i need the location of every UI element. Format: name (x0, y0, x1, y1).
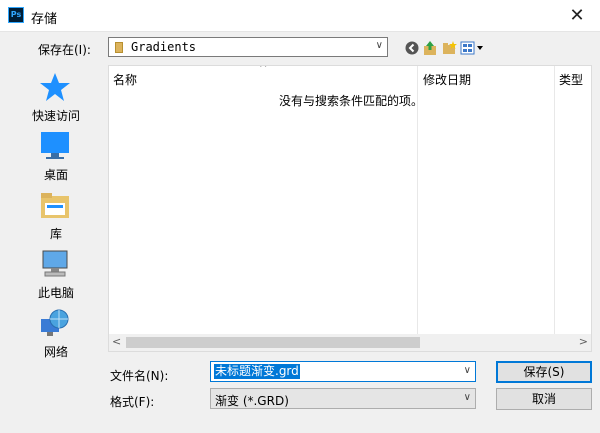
network-icon (41, 309, 69, 336)
column-header-modified[interactable]: 修改日期 (423, 71, 471, 88)
close-icon: ✕ (569, 5, 585, 26)
save-in-label: 保存在(I): (38, 43, 91, 57)
desktop-icon (41, 132, 69, 159)
cancel-button[interactable]: 取消 (496, 388, 592, 410)
folder-icon (115, 42, 123, 53)
sidebar-item-label: 此电脑 (37, 286, 74, 300)
scroll-left-icon[interactable]: < (112, 335, 121, 348)
filename-label: 文件名(N): (110, 369, 169, 383)
scroll-right-icon[interactable]: > (579, 335, 588, 348)
empty-message: 没有与搜索条件匹配的项。 (279, 94, 424, 108)
format-label: 格式(F): (110, 395, 155, 409)
new-folder-icon[interactable] (441, 40, 457, 56)
horizontal-scrollbar[interactable]: < > (109, 334, 591, 351)
navigation-pane: 快速访问 桌面 库 此电脑 网络 (7, 65, 105, 359)
scrollbar-thumb[interactable] (126, 337, 420, 348)
sidebar-item-label: 快速访问 (31, 109, 80, 123)
close-button[interactable]: ✕ (554, 0, 600, 31)
sidebar-item-label: 桌面 (43, 168, 68, 182)
format-value: 渐变 (*.GRD) (215, 394, 289, 408)
file-list[interactable]: 名称 ^ 修改日期 类型 没有与搜索条件匹配的项。 < > (108, 65, 592, 352)
sidebar-item-label: 库 (49, 227, 62, 241)
sort-ascending-icon: ^ (259, 65, 268, 74)
title-bar: Ps 存储 ✕ (0, 0, 600, 32)
filename-value[interactable]: 未标题渐变.grd (214, 364, 300, 379)
chevron-down-icon[interactable]: ∨ (464, 365, 471, 376)
save-button[interactable]: 保存(S) (496, 361, 592, 383)
back-icon[interactable] (404, 40, 420, 56)
column-divider[interactable] (554, 66, 555, 338)
current-folder-text: Gradients (131, 40, 197, 54)
save-in-dropdown[interactable]: Gradients ∨ (108, 37, 388, 57)
column-header-name[interactable]: 名称 (113, 71, 137, 88)
computer-icon (42, 250, 68, 277)
star-icon (40, 73, 70, 101)
view-menu-icon[interactable] (460, 40, 484, 56)
window-title: 存储 (31, 12, 58, 27)
chevron-down-icon: ∨ (375, 40, 383, 51)
sidebar-item-label: 网络 (43, 345, 68, 359)
library-folder-icon (41, 193, 69, 218)
photoshop-app-icon: Ps (8, 7, 24, 23)
format-select[interactable]: 渐变 (*.GRD) ∨ (210, 388, 476, 409)
up-folder-icon[interactable] (422, 40, 438, 56)
chevron-down-icon: ∨ (463, 392, 471, 403)
column-header-type[interactable]: 类型 (559, 71, 583, 88)
filename-input[interactable]: 未标题渐变.grd ∨ (210, 361, 476, 382)
